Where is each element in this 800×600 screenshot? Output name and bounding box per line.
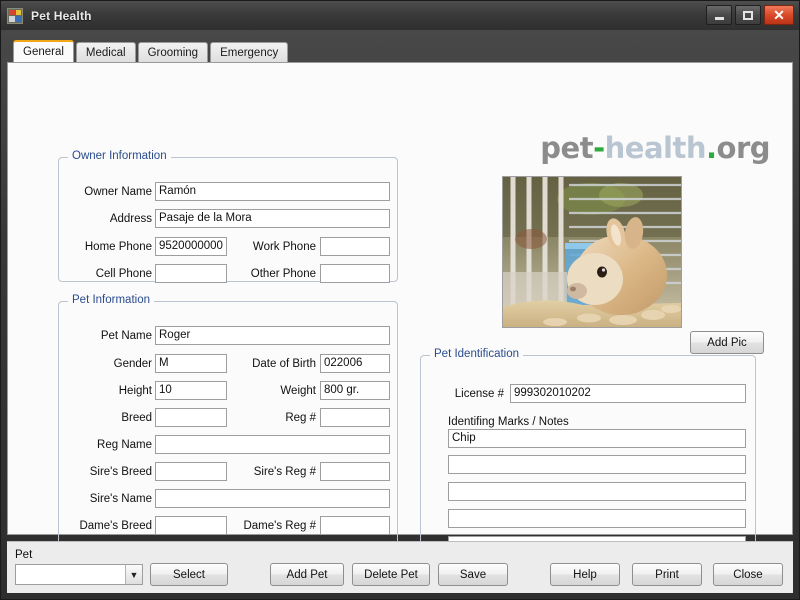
pet-selector-label: Pet	[15, 549, 33, 561]
bottom-toolbar: Pet ▼ Select Add Pet Delete Pet Save Hel…	[7, 541, 793, 593]
pet-photo[interactable]	[502, 176, 682, 328]
add-pet-label: Add Pet	[286, 568, 328, 581]
tab-emergency-label: Emergency	[220, 46, 279, 59]
client-area: General Medical Grooming Emergency pet-h…	[7, 30, 793, 562]
owner-name-label: Owner Name	[84, 186, 152, 198]
cell-phone-field[interactable]	[155, 264, 227, 283]
pet-information-title: Pet Information	[68, 294, 154, 306]
home-phone-label: Home Phone	[84, 241, 152, 253]
other-phone-label: Other Phone	[250, 268, 316, 280]
notes-field-3[interactable]	[448, 482, 746, 501]
dames-reg-label: Dame's Reg #	[243, 520, 316, 532]
breed-field[interactable]	[155, 408, 227, 427]
save-button[interactable]: Save	[438, 563, 508, 586]
logo-part-health: health	[604, 131, 707, 165]
sires-reg-label: Sire's Reg #	[253, 466, 316, 478]
add-pet-button[interactable]: Add Pet	[270, 563, 344, 586]
delete-pet-label: Delete Pet	[364, 568, 418, 581]
help-label: Help	[573, 568, 597, 581]
title-bar: Pet Health ✕	[1, 1, 799, 30]
reg-name-label: Reg Name	[97, 439, 152, 451]
add-pic-label: Add Pic	[707, 336, 747, 349]
reg-name-field[interactable]	[155, 435, 390, 454]
breed-label: Breed	[121, 412, 152, 424]
close-window-button[interactable]: Close	[713, 563, 783, 586]
address-label: Address	[109, 213, 152, 225]
tab-medical[interactable]: Medical	[75, 42, 136, 62]
tab-grooming-label: Grooming	[147, 46, 199, 59]
dames-breed-label: Dame's Breed	[79, 520, 152, 532]
print-button[interactable]: Print	[632, 563, 702, 586]
work-phone-label: Work Phone	[252, 241, 316, 253]
logo-part-pet: pet	[540, 131, 594, 165]
notes-field-4[interactable]	[448, 509, 746, 528]
sires-name-label: Sire's Name	[89, 493, 152, 505]
application-window: Pet Health ✕ General Medical Grooming Em…	[0, 0, 800, 600]
tab-general-label: General	[23, 45, 64, 58]
owner-information-title: Owner Information	[68, 150, 171, 162]
address-field[interactable]: Pasaje de la Mora	[155, 209, 390, 228]
dames-reg-field[interactable]	[320, 516, 390, 535]
reg-number-label: Reg #	[285, 412, 316, 424]
logo-part-org: org	[716, 131, 771, 165]
other-phone-field[interactable]	[320, 264, 390, 283]
pet-photo-image	[503, 177, 681, 327]
window-controls: ✕	[706, 5, 794, 25]
pet-name-field[interactable]: Roger	[155, 326, 390, 345]
close-button[interactable]: ✕	[764, 5, 794, 25]
date-of-birth-field[interactable]: 022006	[320, 354, 390, 373]
minimize-button[interactable]	[706, 5, 732, 25]
pet-name-label: Pet Name	[100, 330, 152, 342]
window-title: Pet Health	[31, 8, 92, 23]
add-pic-button[interactable]: Add Pic	[690, 331, 764, 354]
maximize-button[interactable]	[735, 5, 761, 25]
tab-emergency[interactable]: Emergency	[210, 42, 289, 62]
close-icon: ✕	[773, 7, 785, 23]
reg-number-field[interactable]	[320, 408, 390, 427]
notes-field-1[interactable]: Chip	[448, 429, 746, 448]
logo-part-dot: .	[705, 131, 717, 165]
chevron-down-icon: ▼	[125, 565, 142, 584]
brand-logo: pet-health.org	[540, 131, 770, 165]
maximize-icon	[743, 10, 753, 20]
height-field[interactable]: 10	[155, 381, 227, 400]
dames-breed-field[interactable]	[155, 516, 227, 535]
tab-page-general: pet-health.org Add Pic Owner Information…	[7, 62, 793, 562]
pet-combobox[interactable]: ▼	[15, 564, 143, 585]
pet-identification-title: Pet Identification	[430, 348, 524, 360]
license-field[interactable]: 999302010202	[510, 384, 746, 403]
sires-breed-label: Sire's Breed	[89, 466, 152, 478]
tab-medical-label: Medical	[85, 46, 126, 59]
sires-reg-field[interactable]	[320, 462, 390, 481]
logo-part-dash: -	[593, 131, 605, 165]
date-of-birth-label: Date of Birth	[252, 358, 316, 370]
identifying-marks-label: Identifing Marks / Notes	[448, 416, 569, 428]
sires-name-field[interactable]	[155, 489, 390, 508]
gender-label: Gender	[113, 358, 152, 370]
license-label: License #	[454, 388, 504, 400]
print-label: Print	[655, 568, 679, 581]
tab-strip: General Medical Grooming Emergency	[7, 40, 793, 62]
weight-field[interactable]: 800 gr.	[320, 381, 390, 400]
tab-general[interactable]: General	[13, 40, 74, 62]
select-label: Select	[173, 568, 205, 581]
sires-breed-field[interactable]	[155, 462, 227, 481]
select-button[interactable]: Select	[150, 563, 228, 586]
save-label: Save	[459, 568, 487, 581]
app-grid-icon	[7, 7, 23, 24]
work-phone-field[interactable]	[320, 237, 390, 256]
owner-name-field[interactable]: Ramón	[155, 182, 390, 201]
weight-label: Weight	[280, 385, 316, 397]
gender-field[interactable]: M	[155, 354, 227, 373]
help-button[interactable]: Help	[550, 563, 620, 586]
minimize-icon	[714, 16, 724, 20]
height-label: Height	[118, 385, 152, 397]
close-label: Close	[733, 568, 763, 581]
delete-pet-button[interactable]: Delete Pet	[352, 563, 430, 586]
tab-grooming[interactable]: Grooming	[137, 42, 209, 62]
cell-phone-label: Cell Phone	[95, 268, 152, 280]
home-phone-field[interactable]: 9520000000	[155, 237, 227, 256]
notes-field-2[interactable]	[448, 455, 746, 474]
